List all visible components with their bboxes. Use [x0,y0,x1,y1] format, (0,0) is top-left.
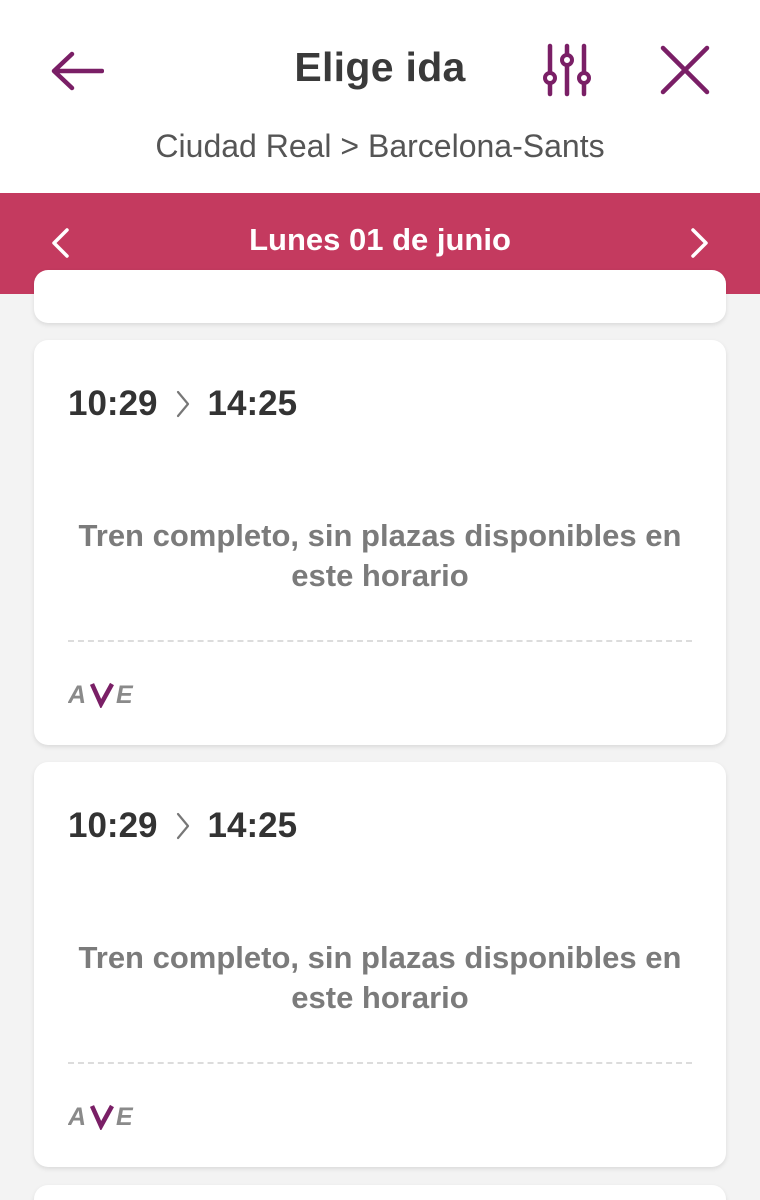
ave-logo: A E [68,1103,134,1130]
arrival-time: 14:25 [207,806,298,845]
close-icon [660,45,710,95]
back-button[interactable] [44,40,110,102]
sliders-icon [543,43,591,97]
svg-text:A: A [68,1103,85,1130]
departure-time: 10:29 [68,384,158,423]
trip-times: 10:29 14:25 [68,384,297,424]
chevron-right-icon [691,228,708,258]
availability-status: Tren completo, sin plazas disponibles en… [78,940,682,1015]
dashed-divider [68,1062,692,1064]
svg-text:A: A [68,681,85,708]
availability-status: Tren completo, sin plazas disponibles en… [78,518,682,593]
dashed-divider [68,640,692,642]
route-label: Ciudad Real > Barcelona-Sants [155,128,605,164]
chevron-left-icon [52,228,69,258]
svg-text:E: E [116,681,134,708]
header: Elige ida Ciudad Real > Barcelona-Sants [0,0,760,193]
chevron-right-icon [176,390,190,418]
page-title: Elige ida [294,44,466,90]
arrival-time: 14:25 [207,384,298,423]
trip-card[interactable]: 10:29 14:25 Tren completo, sin plazas di… [34,762,726,1167]
close-button[interactable] [652,38,718,102]
chevron-right-icon [176,812,190,840]
previous-day-button[interactable] [30,213,90,273]
trip-times: 10:29 14:25 [68,806,297,846]
selected-date: Lunes 01 de junio [249,222,511,257]
next-day-button[interactable] [670,213,730,273]
arrow-left-icon [51,51,104,91]
svg-text:E: E [116,1103,134,1130]
ave-logo: A E [68,681,134,708]
trip-card-partial[interactable] [34,1185,726,1200]
train-search-results-screen: Elige ida Ciudad Real > Barcelona-Sants … [0,0,760,1200]
trip-card-partial[interactable] [34,270,726,323]
filter-button[interactable] [536,38,598,102]
departure-time: 10:29 [68,806,158,845]
trip-card[interactable]: 10:29 14:25 Tren completo, sin plazas di… [34,340,726,745]
